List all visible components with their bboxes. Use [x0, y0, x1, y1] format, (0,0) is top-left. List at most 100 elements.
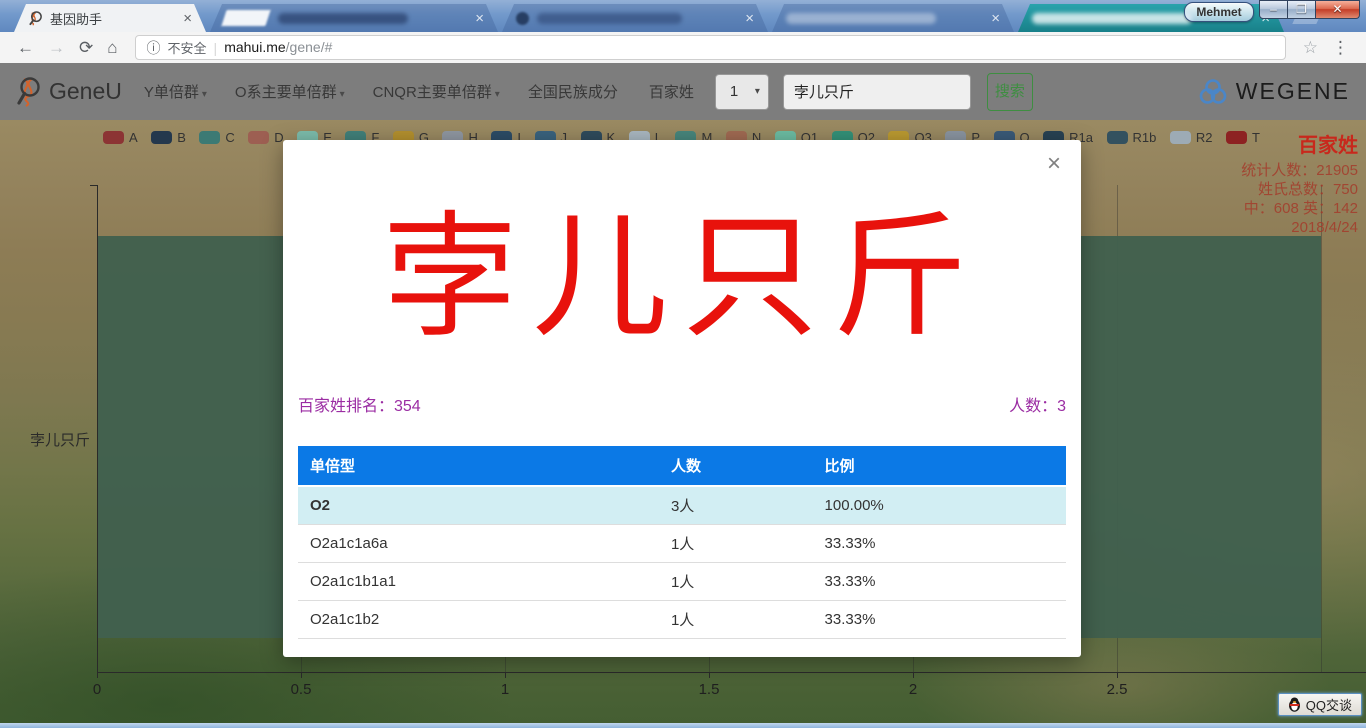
stats-line: 统计人数：21905 [1241, 161, 1358, 180]
caret-down-icon: ▾ [495, 89, 500, 100]
nav-menu-item[interactable]: Y单倍群▾ [144, 81, 207, 102]
tab-close-icon[interactable]: × [475, 10, 484, 27]
qq-chat-button[interactable]: QQ交谈 [1278, 693, 1362, 716]
chart-gridline [1321, 185, 1322, 672]
chart-x-tick-label: 2.5 [1095, 681, 1139, 698]
info-icon[interactable]: ⓘ [147, 38, 161, 58]
redacted-tab[interactable]: × [772, 4, 1014, 32]
page-number-select[interactable]: 1 ▾ [715, 74, 769, 110]
nav-menu-item[interactable]: 全国民族成分 [528, 81, 621, 102]
haplogroup-table: 单倍型 人数 比例 O2 3人 100.00% O2a1c1a6a 1人 33.… [298, 446, 1066, 639]
wegene-name: WEGENE [1236, 78, 1350, 105]
legend-item[interactable]: R2 [1170, 130, 1213, 145]
geneu-brand[interactable]: GeneU [16, 76, 122, 107]
legend-swatch [199, 131, 220, 144]
caret-down-icon: ▾ [340, 89, 345, 100]
cell-ratio: 33.33% [813, 525, 1066, 563]
redacted-title [1032, 13, 1192, 24]
legend-swatch [1107, 131, 1128, 144]
nav-menus: Y单倍群▾ O系主要单倍群▾ CNQR主要单倍群▾ 全国民族成分 百家姓 [144, 81, 697, 102]
legend-swatch [151, 131, 172, 144]
site-navbar: GeneU Y单倍群▾ O系主要单倍群▾ CNQR主要单倍群▾ 全国民族成分 百家姓 1… [0, 63, 1366, 120]
page-title: 百家姓 [1298, 129, 1358, 158]
legend-item[interactable]: D [248, 130, 283, 145]
minimize-button[interactable]: – [1259, 0, 1288, 19]
redacted-title [278, 13, 408, 24]
search-button[interactable]: 搜索 [987, 73, 1033, 111]
profile-button[interactable]: Mehmet [1184, 2, 1254, 22]
legend-item[interactable]: T [1226, 130, 1260, 145]
col-ratio: 比例 [813, 446, 1066, 486]
legend-swatch [1170, 131, 1191, 144]
nav-menu-item[interactable]: 百家姓 [649, 81, 697, 102]
dna-search-favicon [28, 11, 43, 26]
stats-line: 姓氏总数：750 [1241, 180, 1358, 199]
legend-swatch [248, 131, 269, 144]
chart-x-tick-label: 1 [483, 681, 527, 698]
address-bar[interactable]: ⓘ 不安全 | mahui.me/gene/# [135, 35, 1286, 60]
nav-menu-item[interactable]: O系主要单倍群▾ [235, 81, 345, 102]
chart-x-tick [1117, 672, 1118, 678]
reload-icon[interactable]: ⟳ [79, 38, 93, 58]
tab-close-icon[interactable]: × [745, 10, 754, 27]
legend-item[interactable]: B [151, 130, 186, 145]
surname-title: 孛儿只斤 [283, 172, 1081, 384]
tab-close-icon[interactable]: × [991, 10, 1000, 27]
redacted-favicon [221, 10, 270, 26]
browser-toolbar: ← → ⟳ ⌂ ⓘ 不安全 | mahui.me/gene/# ☆ ⋮ [0, 32, 1366, 63]
surname-detail-modal: × 孛儿只斤 百家姓排名：354 人数：3 单倍型 人数 比例 O2 3人 10… [283, 140, 1081, 657]
col-haplogroup: 单倍型 [298, 446, 659, 486]
redacted-title [786, 13, 936, 24]
legend-swatch [103, 131, 124, 144]
surname-search-input[interactable] [783, 74, 971, 110]
table-row: O2a1c1a6a 1人 33.33% [298, 525, 1066, 563]
chart-category-label: 孛儿只斤 [0, 429, 90, 450]
chart-x-tick [709, 672, 710, 678]
legend-item[interactable]: A [103, 130, 138, 145]
geneu-logo-icon [16, 76, 43, 107]
chart-y-axis-cap [90, 185, 97, 186]
cell-ratio: 33.33% [813, 563, 1066, 601]
wegene-brand[interactable]: WEGENE [1198, 78, 1350, 106]
home-icon[interactable]: ⌂ [107, 38, 117, 58]
rank-label: 百家姓排名：354 [298, 392, 421, 416]
security-label: 不安全 [168, 38, 207, 57]
caret-down-icon: ▾ [755, 86, 760, 97]
stats-block: 统计人数：21905姓氏总数：750中：608 英：1422018/4/24 [1241, 161, 1358, 237]
chart-x-tick-label: 1.5 [687, 681, 731, 698]
chart-x-tick [97, 672, 98, 678]
url-host: mahui.me [224, 39, 285, 55]
close-window-button[interactable]: ✕ [1316, 0, 1360, 19]
tab-close-icon[interactable]: × [183, 10, 192, 27]
cell-haplogroup: O2a1c1b1a1 [298, 563, 659, 601]
chart-x-tick [505, 672, 506, 678]
legend-item[interactable]: R1b [1107, 130, 1157, 145]
cell-count: 1人 [659, 525, 813, 563]
redacted-tab[interactable]: × [502, 4, 768, 32]
chart-x-axis [97, 672, 1366, 673]
qq-chat-label: QQ交谈 [1306, 695, 1352, 714]
url-path: /gene/# [286, 39, 333, 55]
cell-haplogroup: O2a1c1a6a [298, 525, 659, 563]
wegene-logo-icon [1198, 78, 1228, 106]
browser-menu-icon[interactable]: ⋮ [1332, 38, 1349, 58]
maximize-button[interactable]: ❐ [1288, 0, 1316, 19]
cell-haplogroup: O2 [298, 486, 659, 525]
cell-count: 1人 [659, 601, 813, 639]
chart-x-tick [301, 672, 302, 678]
redacted-tab[interactable]: × [210, 4, 498, 32]
stats-line: 2018/4/24 [1241, 218, 1358, 237]
legend-item[interactable]: C [199, 130, 234, 145]
tab-active[interactable]: 基因助手 × [14, 4, 206, 32]
forward-icon[interactable]: → [48, 38, 65, 58]
nav-menu-item[interactable]: CNQR主要单倍群▾ [373, 81, 500, 102]
brand-name: GeneU [49, 78, 122, 105]
bookmark-star-icon[interactable]: ☆ [1303, 38, 1318, 58]
table-header-row: 单倍型 人数 比例 [298, 446, 1066, 486]
url-divider: | [214, 40, 218, 56]
cell-haplogroup: O2a1c1b2 [298, 601, 659, 639]
cell-ratio: 100.00% [813, 486, 1066, 525]
redacted-title [537, 13, 682, 24]
table-row: O2a1c1b2 1人 33.33% [298, 601, 1066, 639]
back-icon[interactable]: ← [17, 38, 34, 58]
